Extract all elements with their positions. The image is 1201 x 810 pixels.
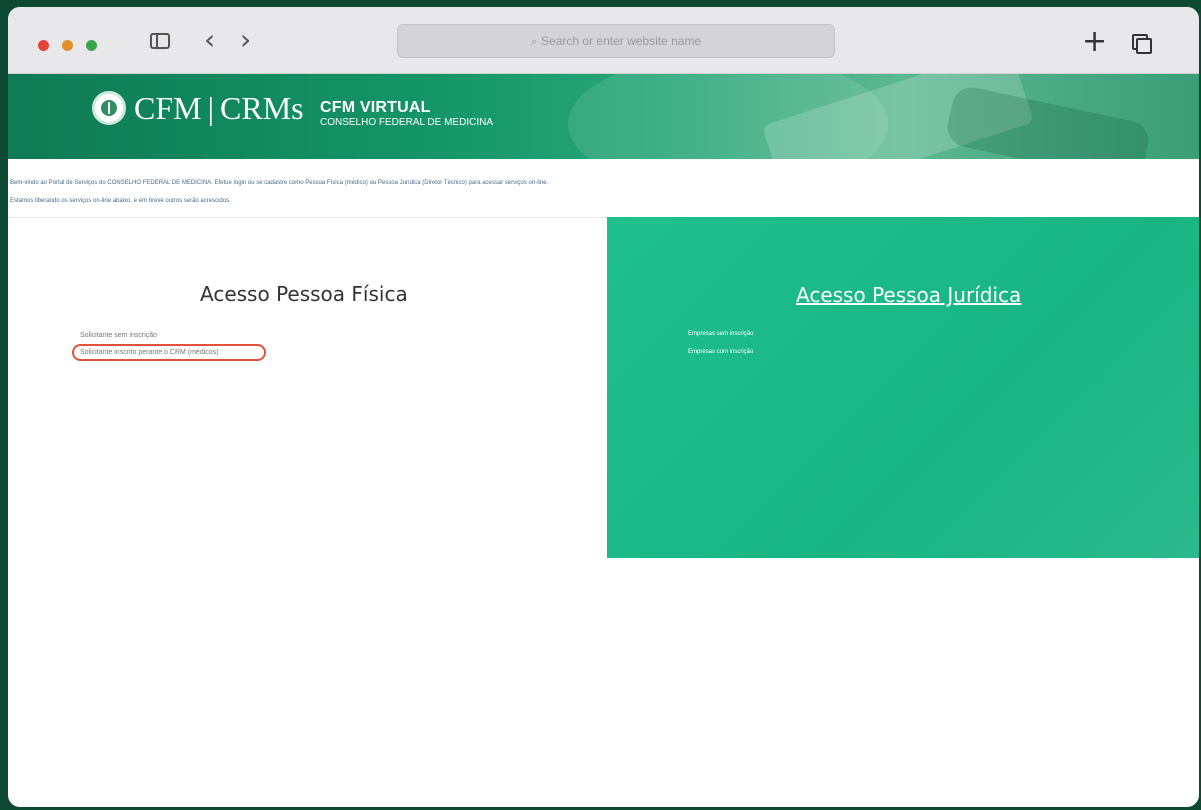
intro-line-1: Bem-vindo ao Portal de Serviços do CONSE… (10, 180, 549, 186)
cfm-crms-logo[interactable]: CFM | CRMs (134, 88, 304, 128)
sidebar-toggle-icon[interactable] (150, 33, 170, 49)
brand-subtitle: CONSELHO FEDERAL DE MEDICINA (320, 117, 493, 128)
pessoa-juridica-panel: Acesso Pessoa Jurídica Empresas sem insc… (607, 217, 1199, 558)
pessoa-fisica-title: Acesso Pessoa Física (200, 282, 408, 306)
browser-window: ‹ › ⌕ Search or enter website name + CFM |… (8, 7, 1199, 807)
logo-cfm: CFM (134, 90, 202, 126)
link-empresas-sem-inscricao[interactable]: Empresas sem inscrição (688, 331, 753, 337)
site-header-banner: CFM | CRMs CFM VIRTUAL CONSELHO FEDERAL DE… (8, 74, 1199, 159)
address-bar[interactable]: ⌕ Search or enter website name (397, 24, 835, 58)
logo-crms: CRMs (220, 90, 304, 126)
tab-overview-icon[interactable] (1132, 34, 1152, 54)
browser-toolbar: ‹ › ⌕ Search or enter website name + (8, 7, 1199, 74)
maximize-window-button[interactable] (86, 40, 97, 51)
close-window-button[interactable] (38, 40, 49, 51)
back-arrow-icon[interactable]: ‹ (204, 25, 215, 55)
brand-title: CFM VIRTUAL (320, 99, 431, 116)
highlight-annotation (72, 344, 266, 361)
forward-arrow-icon[interactable]: › (240, 25, 251, 55)
new-tab-button[interactable]: + (1082, 27, 1107, 57)
cfm-seal-logo (92, 91, 126, 125)
pessoa-juridica-title-link[interactable]: Acesso Pessoa Jurídica (796, 283, 1021, 307)
intro-line-2: Estamos liberando os serviços on-line ab… (10, 198, 231, 204)
logo-separator: | (207, 90, 214, 126)
link-empresas-com-inscricao[interactable]: Empresas com inscrição (688, 349, 753, 355)
intro-text: Bem-vindo ao Portal de Serviços do CONSE… (8, 174, 1199, 210)
minimize-window-button[interactable] (62, 40, 73, 51)
search-icon: ⌕ (530, 35, 538, 48)
link-solicitante-sem-inscricao[interactable]: Solicitante sem inscrição (80, 332, 157, 339)
address-bar-placeholder: Search or enter website name (541, 34, 702, 48)
